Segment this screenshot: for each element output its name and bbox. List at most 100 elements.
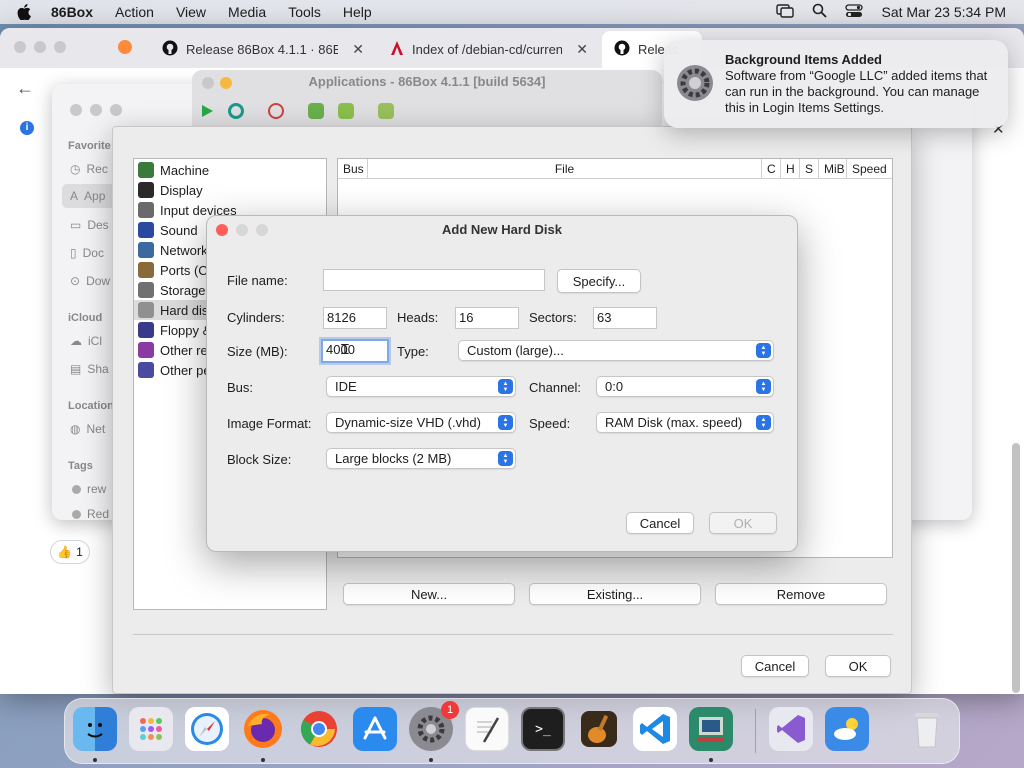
category-ports[interactable]: Ports (C [138, 260, 208, 280]
github-icon [162, 40, 178, 59]
weather-icon[interactable] [825, 707, 869, 751]
sidebar-item-icloud-drive[interactable]: ☁ iCl [70, 334, 102, 348]
column-mib[interactable]: MiB [819, 159, 847, 179]
sidebar-item-downloads[interactable]: ⊙ Dow [70, 274, 110, 288]
file-name-input[interactable] [323, 269, 545, 291]
menu-tools[interactable]: Tools [277, 0, 332, 24]
new-disk-button[interactable]: New... [343, 583, 515, 605]
window-zoom-button[interactable] [110, 104, 122, 116]
trash-icon[interactable] [905, 707, 949, 751]
sidebar-item-network[interactable]: ◍ Net [70, 422, 105, 436]
column-file[interactable]: File [368, 159, 762, 179]
menu-help[interactable]: Help [332, 0, 383, 24]
apple-icon[interactable] [16, 3, 32, 21]
firefox-icon[interactable] [241, 707, 285, 751]
window-close-button[interactable] [14, 41, 26, 53]
menu-media[interactable]: Media [217, 0, 277, 24]
bus-select[interactable]: IDE ▲ ▼ [326, 376, 516, 397]
sidebar-item-shared[interactable]: ▤ Sha [70, 362, 109, 376]
sidebar-item-recents[interactable]: ◷ Rec [70, 162, 108, 176]
close-icon[interactable]: ✕ [352, 41, 364, 58]
visual-studio-icon[interactable] [769, 707, 813, 751]
chevron-updown-icon: ▲ ▼ [498, 379, 513, 394]
chrome-icon[interactable] [297, 707, 341, 751]
dock-separator [755, 709, 756, 753]
menu-clock[interactable]: Sat Mar 23 5:34 PM [881, 4, 1006, 20]
menu-app-name[interactable]: 86Box [40, 0, 104, 24]
remove-disk-button[interactable]: Remove [715, 583, 887, 605]
finder-icon[interactable] [73, 707, 117, 751]
firefox-tab-icon[interactable] [118, 40, 132, 54]
existing-disk-button[interactable]: Existing... [529, 583, 701, 605]
type-label: Type: [397, 344, 429, 359]
app-store-icon[interactable] [353, 707, 397, 751]
category-storage[interactable]: Storage [138, 280, 206, 300]
heads-input[interactable]: 16 [455, 307, 519, 329]
tab-debian-index[interactable]: Index of /debian-cd/current/i38 ✕ [378, 31, 600, 68]
category-other-removable[interactable]: Other re [138, 340, 208, 360]
block-size-select[interactable]: Large blocks (2 MB) ▲ ▼ [326, 448, 516, 469]
add-vm-icon[interactable] [378, 103, 394, 119]
column-bus[interactable]: Bus [338, 159, 368, 179]
power-icon[interactable] [268, 103, 284, 119]
dialog-ok-button[interactable]: OK [709, 512, 777, 534]
type-select[interactable]: Custom (large)... ▲ ▼ [458, 340, 774, 361]
menu-action[interactable]: Action [104, 0, 165, 24]
category-display[interactable]: Display [138, 180, 203, 200]
sidebar-tag[interactable]: Red [72, 508, 109, 520]
category-machine[interactable]: Machine [138, 160, 209, 180]
window-minimize-button[interactable] [90, 104, 102, 116]
launchpad-icon[interactable] [129, 707, 173, 751]
size-input[interactable]: 4000 [321, 339, 389, 363]
category-sound[interactable]: Sound [138, 220, 198, 240]
control-center-icon[interactable] [845, 3, 864, 21]
category-other-peripherals[interactable]: Other pe [138, 360, 211, 380]
scrollbar-thumb[interactable] [1012, 443, 1020, 693]
safari-icon[interactable] [185, 707, 229, 751]
screen-mirror-icon[interactable] [776, 3, 795, 21]
notification-badge: 1 [441, 701, 459, 719]
column-speed[interactable]: Speed [847, 159, 892, 179]
shared-folder-icon: ▤ [70, 362, 82, 376]
terminal-icon[interactable]: >_ [521, 707, 565, 751]
86box-icon[interactable] [689, 707, 733, 751]
storage-icon [138, 282, 154, 298]
window-close-button[interactable] [70, 104, 82, 116]
back-arrow-icon[interactable]: ← [16, 78, 34, 99]
sidebar-item-documents[interactable]: ▯ Doc [70, 246, 104, 260]
column-sectors[interactable]: S [800, 159, 819, 179]
column-heads[interactable]: H [781, 159, 800, 179]
reset-icon[interactable] [228, 103, 244, 119]
chevron-updown-icon: ▲ ▼ [756, 415, 771, 430]
channel-select[interactable]: 0:0 ▲ ▼ [596, 376, 774, 397]
notification-body: Software from “Google LLC” added items t… [725, 68, 988, 115]
speed-select[interactable]: RAM Disk (max. speed) ▲ ▼ [596, 412, 774, 433]
window-minimize-button[interactable] [34, 41, 46, 53]
window-zoom-button[interactable] [54, 41, 66, 53]
reaction-thumbs-up[interactable]: 👍 1 [50, 540, 90, 564]
configure-icon[interactable] [338, 103, 354, 119]
textedit-icon[interactable] [465, 707, 509, 751]
tab-86box-release[interactable]: Release 86Box 4.1.1 · 86Box/86 ✕ [150, 31, 376, 68]
settings-cancel-button[interactable]: Cancel [741, 655, 809, 677]
settings-gear-icon[interactable] [308, 103, 324, 119]
category-network[interactable]: Network [138, 240, 208, 260]
spotlight-search-icon[interactable] [812, 3, 828, 21]
vscode-icon[interactable] [633, 707, 677, 751]
cylinders-input[interactable]: 8126 [323, 307, 387, 329]
sidebar-tag[interactable]: rew [72, 482, 106, 496]
settings-ok-button[interactable]: OK [825, 655, 891, 677]
start-icon[interactable] [200, 104, 214, 121]
notification-banner[interactable]: Background Items Added Software from “Go… [664, 40, 1008, 128]
column-cylinders[interactable]: C [762, 159, 781, 179]
category-floppy[interactable]: Floppy & [138, 320, 211, 340]
dialog-cancel-button[interactable]: Cancel [626, 512, 694, 534]
menu-view[interactable]: View [165, 0, 217, 24]
close-icon[interactable]: ✕ [576, 41, 588, 58]
sectors-input[interactable]: 63 [593, 307, 657, 329]
sidebar-item-desktop[interactable]: ▭ Des [70, 218, 109, 232]
specify-button[interactable]: Specify... [557, 269, 641, 293]
image-format-select[interactable]: Dynamic-size VHD (.vhd) ▲ ▼ [326, 412, 516, 433]
garageband-icon[interactable] [577, 707, 621, 751]
removable-icon [138, 342, 154, 358]
